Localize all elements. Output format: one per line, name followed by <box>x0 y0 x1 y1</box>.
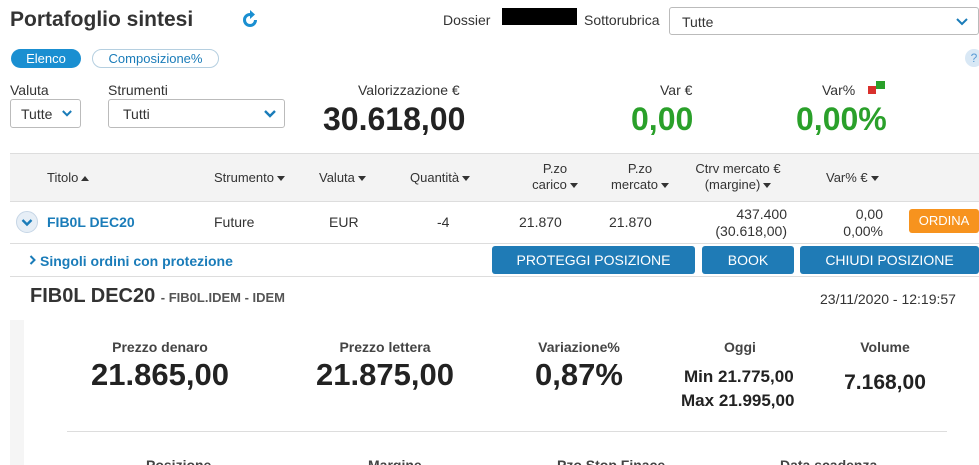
th-pzo-mercato[interactable]: P.zo mercato <box>608 161 672 193</box>
valuta-label: Valuta <box>10 82 49 98</box>
th-pzo-carico-line1: P.zo <box>542 161 568 176</box>
dossier-label: Dossier <box>443 12 491 28</box>
th-varpct[interactable]: Var% € <box>826 170 879 186</box>
prezzo-denaro-value: 21.865,00 <box>91 357 229 392</box>
sort-icon <box>357 176 366 182</box>
row-quantita: -4 <box>437 214 450 230</box>
chevron-right-icon <box>29 255 36 265</box>
valorizzazione-value: 30.618,00 <box>323 101 466 137</box>
posizione-label: Posizione <box>146 457 212 465</box>
detail-title-code: FIB0L DEC20 <box>30 285 156 307</box>
var-value: 0,00 <box>631 101 694 137</box>
book-button[interactable]: BOOK <box>702 246 794 274</box>
var-label: Var € <box>660 82 693 98</box>
sort-icon <box>462 176 471 182</box>
row-valuta: EUR <box>329 214 359 230</box>
min-row: Min 21.775,00 <box>684 367 794 387</box>
proteggi-posizione-button[interactable]: PROTEGGI POSIZIONE <box>492 246 695 274</box>
chevron-down-icon <box>956 18 968 26</box>
sort-icon <box>660 183 669 189</box>
sort-asc-icon <box>81 176 90 182</box>
min-value: 21.775,00 <box>718 367 794 386</box>
chevron-down-icon <box>264 110 276 118</box>
pzo-stop-label: Pzo Stop Finace <box>557 457 666 465</box>
row-ctrv-margine: (30.618,00) <box>715 223 787 239</box>
strumenti-label: Strumenti <box>108 82 168 98</box>
volume-value: 7.168,00 <box>844 371 926 394</box>
th-pzo-carico-line2: carico <box>532 177 567 192</box>
varpct-label: Var% <box>822 82 856 98</box>
max-label: Max <box>681 391 715 410</box>
max-value: 21.995,00 <box>718 391 795 410</box>
th-quantita-label: Quantità <box>410 170 460 185</box>
sort-icon <box>276 176 285 182</box>
th-pzo-carico[interactable]: P.zo carico <box>530 161 580 193</box>
refresh-icon[interactable] <box>240 10 260 30</box>
th-strumento-label: Strumento <box>214 170 274 185</box>
sottorubrica-label: Sottorubrica <box>584 12 660 28</box>
sort-icon <box>870 176 879 182</box>
th-pzo-mercato-line1: P.zo <box>627 161 653 176</box>
chevron-down-icon <box>21 219 33 227</box>
row-pzo-carico: 21.870 <box>519 214 562 230</box>
sottorubrica-select[interactable]: Tutte <box>669 7 979 35</box>
valuta-value: Tutte <box>21 106 53 122</box>
sort-icon <box>763 183 772 189</box>
min-label: Min <box>684 367 714 386</box>
prezzo-lettera-value: 21.875,00 <box>316 357 454 392</box>
page-title: Portafoglio sintesi <box>10 8 194 31</box>
variazione-value: 0,87% <box>535 357 623 392</box>
dossier-redacted-value <box>502 8 577 25</box>
data-scadenza-label: Data scadenza <box>780 457 878 465</box>
th-ctrv[interactable]: Ctrv mercato € (margine) <box>686 161 790 193</box>
th-strumento[interactable]: Strumento <box>214 170 285 186</box>
prezzo-lettera-label: Prezzo lettera <box>339 339 431 355</box>
th-valuta-label: Valuta <box>319 170 355 185</box>
chevron-down-icon <box>62 110 72 117</box>
th-ctrv-line1: Ctrv mercato € <box>695 161 781 176</box>
detail-timestamp: 23/11/2020 - 12:19:57 <box>820 291 956 307</box>
variazione-label: Variazione% <box>538 339 620 355</box>
strumenti-select[interactable]: Tutti <box>108 99 285 128</box>
row-var-pct: 0,00% <box>843 223 883 239</box>
valuta-select[interactable]: Tutte <box>10 99 81 128</box>
th-titolo[interactable]: Titolo <box>47 170 90 186</box>
detail-divider <box>67 431 947 432</box>
singoli-ordini-link[interactable]: Singoli ordini con protezione <box>40 253 233 269</box>
th-pzo-mercato-line2: mercato <box>611 177 658 192</box>
th-titolo-label: Titolo <box>47 170 79 185</box>
sottorubrica-value: Tutte <box>682 14 714 30</box>
row-ctrv-value: 437.400 <box>736 206 787 222</box>
th-varpct-label: Var% € <box>826 170 868 185</box>
prezzo-denaro-label: Prezzo denaro <box>112 339 208 355</box>
row-var-value: 0,00 <box>855 206 883 222</box>
row-strumento: Future <box>214 214 255 230</box>
volume-label: Volume <box>860 339 910 355</box>
expand-row-button[interactable] <box>16 211 38 233</box>
detail-title: FIB0L DEC20 - FIB0L.IDEM - IDEM <box>30 285 285 308</box>
row-pzo-mercato: 21.870 <box>609 214 652 230</box>
oggi-label: Oggi <box>724 339 756 355</box>
sort-icon <box>569 183 578 189</box>
th-ctrv-line2: (margine) <box>704 177 761 192</box>
row-titolo-link[interactable]: FIB0L DEC20 <box>47 214 135 230</box>
tab-elenco[interactable]: Elenco <box>11 49 81 68</box>
varpct-value: 0,00% <box>796 101 887 137</box>
strumenti-value: Tutti <box>123 106 150 122</box>
th-quantita[interactable]: Quantità <box>410 170 471 186</box>
detail-subtitle: - FIB0L.IDEM - IDEM <box>160 290 286 305</box>
margine-label: Margine <box>368 457 422 465</box>
th-valuta[interactable]: Valuta <box>319 170 366 186</box>
chiudi-posizione-button[interactable]: CHIUDI POSIZIONE <box>800 246 979 274</box>
ordina-button[interactable]: ORDINA <box>909 209 979 233</box>
tab-composizione[interactable]: Composizione% <box>92 49 219 68</box>
help-icon[interactable]: ? <box>965 49 979 67</box>
valorizzazione-label: Valorizzazione € <box>358 82 460 98</box>
var-flag-icon <box>868 81 885 94</box>
max-row: Max 21.995,00 <box>681 391 794 411</box>
